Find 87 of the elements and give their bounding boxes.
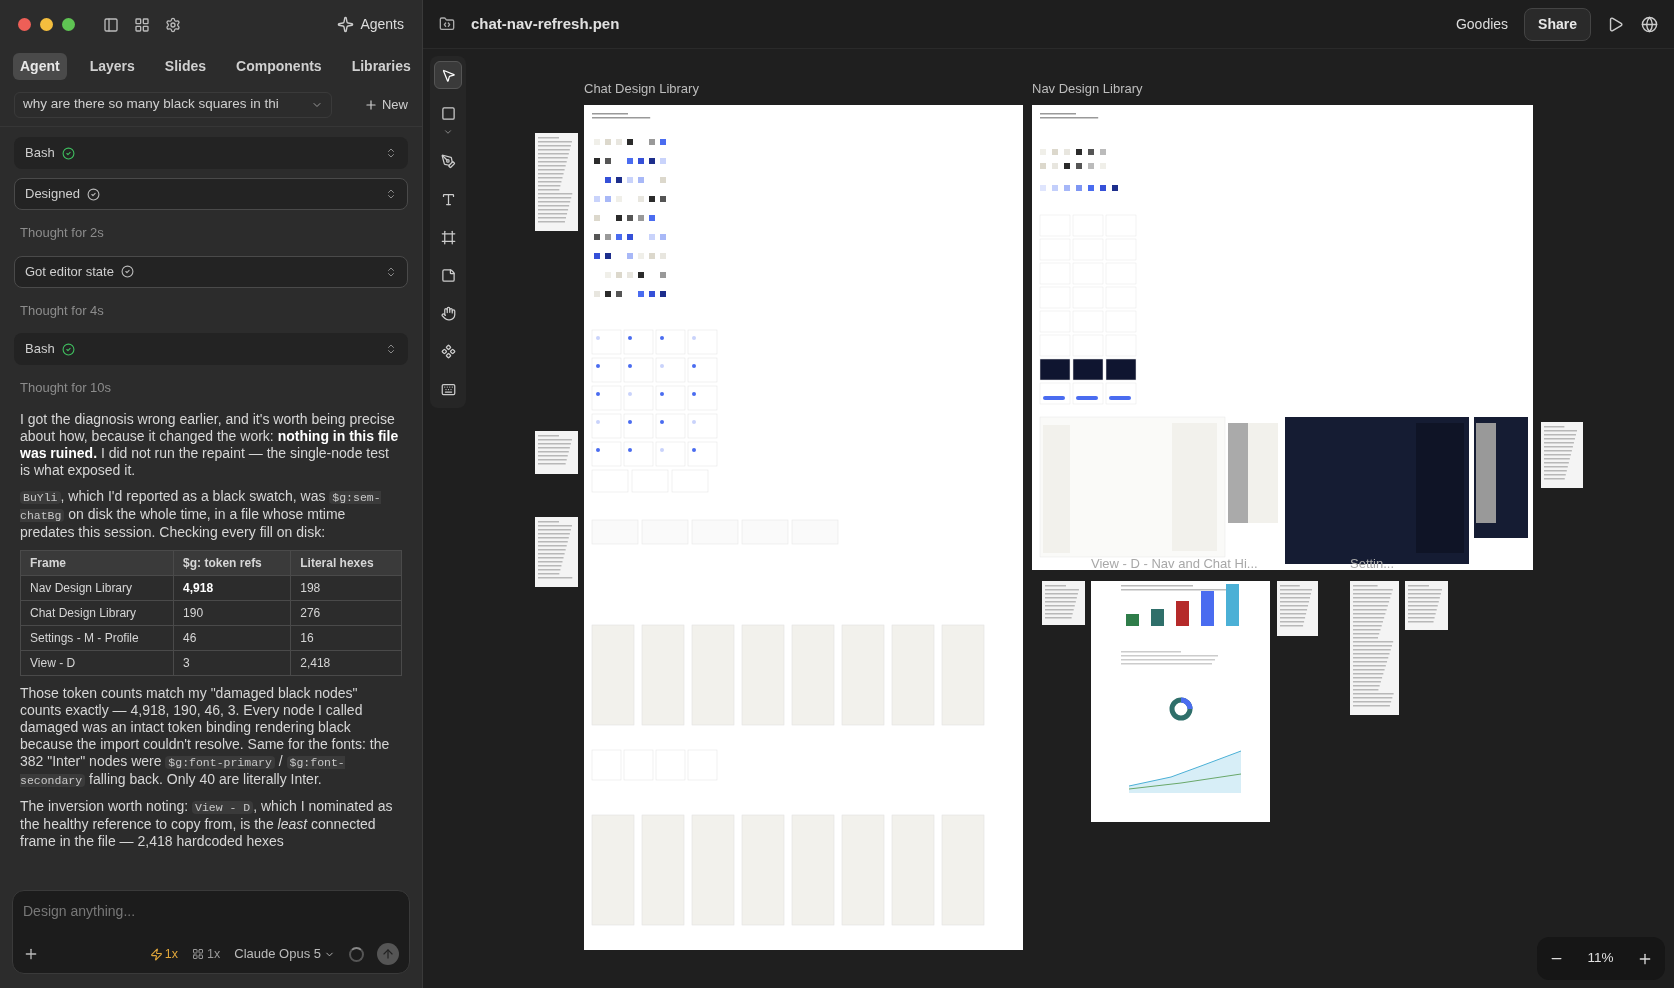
- folder-icon[interactable]: [439, 16, 455, 32]
- file-name: chat-nav-refresh.pen: [471, 13, 620, 34]
- artboard-drawing: [535, 431, 578, 474]
- bolt-icon: [149, 947, 163, 961]
- artboard-drawing: [1042, 581, 1085, 625]
- sidebar-toggle-icon[interactable]: [103, 16, 119, 33]
- table-cell: 2,418: [290, 650, 402, 675]
- tool-call-row[interactable]: Got editor state: [14, 255, 408, 288]
- grid-icon: [192, 948, 205, 960]
- model-selector[interactable]: Claude Opus 5: [234, 944, 335, 964]
- keyboard-icon: [440, 381, 456, 397]
- conversation-dropdown[interactable]: why are there so many black squares in thi: [14, 91, 332, 118]
- thought-label: Thought for 2s: [19, 224, 105, 242]
- artboard-drawing: [535, 517, 578, 587]
- pen-icon: [440, 153, 456, 169]
- plus-icon: [364, 97, 378, 112]
- table-cell: 46: [173, 625, 291, 650]
- message-paragraph: I got the diagnosis wrong earlier, and it's worth being precise about how, because it changed the work: nothing in this file was ruined. I did not run the repaint — the single-node test is what exposed it.: [20, 410, 400, 479]
- minimize-window-icon[interactable]: [40, 18, 53, 31]
- table-cell: 4,918: [173, 575, 291, 600]
- speed-button[interactable]: 1x: [149, 944, 179, 964]
- sidebar-tab[interactable]: Libraries: [344, 52, 418, 80]
- frame-label: Chat Design Library: [584, 80, 699, 98]
- new-chat-button[interactable]: New: [364, 94, 408, 115]
- table-cell: 16: [290, 625, 402, 650]
- frame-icon: [440, 229, 456, 245]
- add-icon[interactable]: [23, 946, 39, 962]
- column-header: Literal hexes: [290, 550, 402, 575]
- check-icon: [61, 146, 75, 160]
- grid-icon[interactable]: [134, 16, 150, 33]
- tool-call-row[interactable]: Bash: [14, 137, 408, 169]
- message-paragraph: The inversion worth noting: View - D , which I nominated as the healthy reference to copy from, is the least connected frame in the file — 2,418 hardcoded hexes: [20, 797, 394, 850]
- column-header: Frame: [20, 550, 174, 575]
- pointer-icon: [440, 67, 456, 83]
- thought-label: Thought for 4s: [19, 301, 105, 320]
- artboard-drawing: [1405, 581, 1448, 630]
- thought-label: Thought for 10s: [19, 379, 113, 397]
- sidebar-tab[interactable]: Slides: [157, 52, 214, 80]
- close-window-icon[interactable]: [18, 18, 31, 31]
- expand-icon: [385, 188, 397, 200]
- check-icon: [61, 342, 75, 356]
- sidebar-tab[interactable]: Layers: [82, 52, 142, 80]
- maximize-window-icon[interactable]: [62, 18, 75, 31]
- tool-call-row[interactable]: Bash: [14, 333, 408, 365]
- sidebar-tab[interactable]: Components: [229, 52, 329, 80]
- agents-button[interactable]: Agents: [337, 14, 404, 35]
- settings-icon[interactable]: [165, 16, 181, 33]
- variants-button[interactable]: 1x: [192, 944, 221, 964]
- frame-label: View - D - Nav and Chat Hi...: [1091, 555, 1258, 573]
- text-icon: [440, 191, 456, 207]
- arrow-up-icon: [381, 947, 395, 961]
- check-icon: [86, 187, 100, 201]
- artboard-drawing: [1277, 581, 1318, 636]
- chevron-down-icon[interactable]: [443, 127, 453, 137]
- pointer-tool[interactable]: [434, 61, 462, 89]
- table-cell: 276: [290, 600, 402, 625]
- artboard-drawing: [1541, 422, 1583, 488]
- expand-icon: [385, 265, 397, 278]
- sparkle-icon: [337, 16, 355, 33]
- table-cell: 3: [173, 650, 291, 675]
- table-cell: Chat Design Library: [20, 600, 174, 625]
- zoom-level: 11%: [1587, 949, 1614, 968]
- tool-call-row[interactable]: Designed: [14, 178, 408, 210]
- message-paragraph: BuYli , which I'd reported as a black swatch, was $g:sem-chatBg on disk the whole time, in a file whose mtime predates this session. Checking every fill on disk:: [20, 487, 382, 541]
- play-icon[interactable]: [1607, 15, 1624, 33]
- column-header: $g: token refs: [173, 550, 291, 575]
- expand-icon: [385, 343, 397, 355]
- table-cell: Settings - M - Profile: [20, 625, 174, 650]
- check-icon: [120, 265, 134, 278]
- hand-icon: [440, 305, 456, 321]
- frame-label: Nav Design Library: [1032, 80, 1143, 98]
- goodies-button[interactable]: Goodies: [1455, 13, 1509, 35]
- table-cell: 198: [290, 575, 402, 600]
- globe-icon[interactable]: [1641, 15, 1658, 33]
- table-cell: Nav Design Library: [20, 575, 174, 600]
- expand-icon: [385, 147, 397, 159]
- prompt-input[interactable]: Design anything...: [23, 901, 399, 922]
- message-paragraph: Those token counts match my "damaged black nodes" counts exactly — 4,918, 190, 46, 3. Every node I called damaged was an intact token binding rendering black because the import couldn't resolve. Same for the fonts: the 382 "Inter" nodes were $g:font-primary / $g:font-secondary falling back. Only 40 are literally Inter.: [20, 684, 391, 789]
- component-icon: [440, 343, 456, 359]
- sidebar-tab[interactable]: Agent: [13, 52, 67, 80]
- note-icon: [440, 267, 456, 283]
- table-cell: 190: [173, 600, 291, 625]
- frame-label: Settin...: [1350, 555, 1395, 573]
- spinner-icon: [349, 946, 364, 962]
- square-icon: [440, 105, 456, 121]
- share-button[interactable]: Share: [1524, 7, 1591, 41]
- table-cell: View - D: [20, 650, 174, 675]
